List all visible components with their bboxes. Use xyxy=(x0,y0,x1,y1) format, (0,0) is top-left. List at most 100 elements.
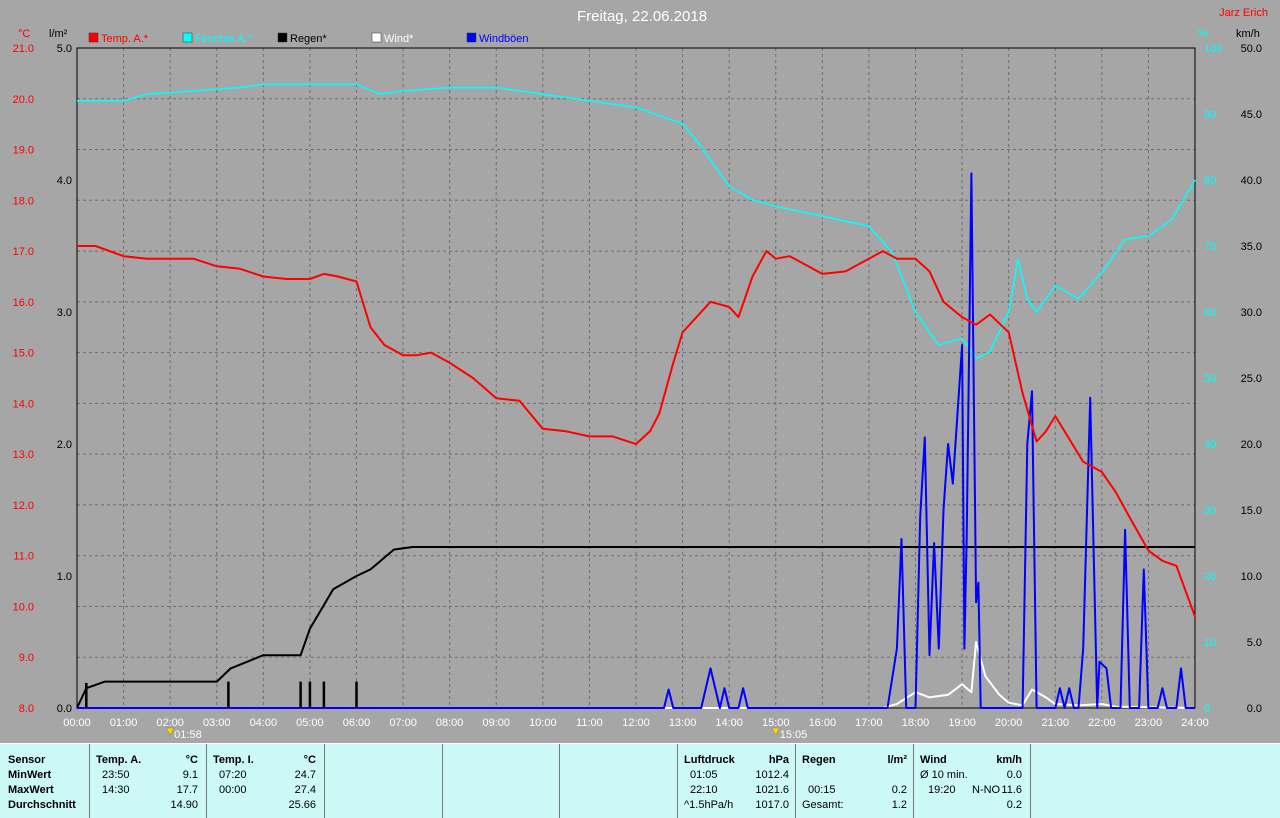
humidity-tick-label: 30 xyxy=(1204,505,1216,517)
wind-tick-label: 40.0 xyxy=(1241,175,1262,187)
weather-chart: 00:00 01:00 02:00 03:00 04:00 05:00 06:00 07:00… xyxy=(13,7,1268,741)
humidity-axis-unit: % xyxy=(1198,28,1208,40)
stats-sensor-col: Sensor MinWert MaxWert Durchschnitt xyxy=(0,744,89,818)
chart-legend: Temp. A.* Feuchte A.* Regen* Wind* Windböen xyxy=(88,32,529,45)
pressure-max: 1021.6 xyxy=(755,784,789,796)
humidity-tick-label: 50 xyxy=(1204,373,1216,385)
x-tick-label: 21:00 xyxy=(1041,717,1069,729)
temp-tick-label: 21.0 xyxy=(13,43,34,55)
wind-max-dir: N-NO xyxy=(972,784,1001,796)
wind-axis-unit: km/h xyxy=(1236,28,1260,40)
x-tick-label: 20:00 xyxy=(995,717,1023,729)
x-tick-label: 07:00 xyxy=(389,717,417,729)
humidity-tick-label: 90 xyxy=(1204,109,1216,121)
marker-label: 15:05 xyxy=(780,729,808,741)
temp-i-min: 24.7 xyxy=(294,769,316,781)
pressure-unit: hPa xyxy=(768,754,789,766)
wind-tick-label: 50.0 xyxy=(1241,43,1262,55)
wind-avg-label: Ø 10 min. xyxy=(920,769,968,781)
rain-total-label: Gesamt: xyxy=(802,799,844,811)
temp-tick-label: 9.0 xyxy=(19,652,34,664)
temp-tick-label: 16.0 xyxy=(13,297,34,309)
pressure-min-time: 01:05 xyxy=(690,769,718,781)
humidity-tick-label: 40 xyxy=(1204,439,1216,451)
x-tick-label: 23:00 xyxy=(1135,717,1163,729)
stats-row-min: MinWert xyxy=(8,769,52,781)
wind-tick-label: 5.0 xyxy=(1247,637,1262,649)
humidity-tick-label: 10 xyxy=(1204,637,1216,649)
rain-unit: l/m² xyxy=(887,754,907,766)
x-tick-label: 06:00 xyxy=(343,717,371,729)
rain-total: 1.2 xyxy=(891,799,907,811)
x-tick-label: 12:00 xyxy=(622,717,650,729)
legend-swatch xyxy=(182,32,193,43)
stats-temp-i-col: Temp. I. °C 07:20 24.7 00:00 27.4 25.66 xyxy=(206,744,324,818)
wind-header: Wind xyxy=(920,754,947,766)
pressure-trend-value: 1017.0 xyxy=(755,799,789,811)
wind-max: 11.6 xyxy=(1001,784,1022,796)
x-tick-label: 14:00 xyxy=(715,717,743,729)
wind-mean: 0.2 xyxy=(1006,799,1022,811)
x-tick-label: 17:00 xyxy=(855,717,883,729)
chart-grid xyxy=(76,47,1196,709)
humidity-tick-label: 0 xyxy=(1204,703,1210,715)
wind-tick-label: 10.0 xyxy=(1241,571,1262,583)
temp-tick-label: 11.0 xyxy=(13,551,34,563)
x-tick-label: 13:00 xyxy=(669,717,697,729)
stats-rain-col: Regen l/m² 00:15 0.2 Gesamt: 1.2 xyxy=(795,744,913,818)
temp-tick-label: 14.0 xyxy=(13,398,34,410)
pressure-min: 1012.4 xyxy=(755,769,789,781)
temp-i-header: Temp. I. xyxy=(213,754,254,766)
legend-label: Feuchte A.* xyxy=(195,33,253,45)
humidity-tick-label: 80 xyxy=(1204,175,1216,187)
x-tick-label: 02:00 xyxy=(156,717,184,729)
legend-swatch xyxy=(371,32,382,43)
temp-axis-unit: °C xyxy=(18,28,30,40)
temp-i-max: 27.4 xyxy=(294,784,316,796)
humidity-tick-label: 20 xyxy=(1204,571,1216,583)
wind-unit: km/h xyxy=(996,754,1022,766)
stats-empty-col-2 xyxy=(442,744,559,818)
stats-wind-col: Wind km/h Ø 10 min. 0.0 19:20 N-NO 11.6 … xyxy=(913,744,1030,818)
temp-tick-label: 20.0 xyxy=(13,94,34,106)
wind-tick-label: 30.0 xyxy=(1241,307,1262,319)
wind-tick-label: 20.0 xyxy=(1241,439,1262,451)
wind-tick-label: 45.0 xyxy=(1241,109,1262,121)
x-tick-label: 04:00 xyxy=(250,717,278,729)
x-tick-label: 18:00 xyxy=(902,717,930,729)
temp-tick-label: 17.0 xyxy=(13,246,34,258)
stats-row-max: MaxWert xyxy=(8,784,54,796)
rain-tick-label: 5.0 xyxy=(57,43,72,55)
temp-i-max-time: 00:00 xyxy=(219,784,247,796)
wind-tick-label: 35.0 xyxy=(1241,241,1262,253)
rain-max-time: 00:15 xyxy=(808,784,836,796)
rain-tick-label: 0.0 xyxy=(57,703,72,715)
stats-empty-col-1 xyxy=(324,744,442,818)
x-tick-label: 03:00 xyxy=(203,717,231,729)
stats-temp-a-col: Temp. A. °C 23:50 9.1 14:30 17.7 14.90 xyxy=(89,744,206,818)
wind-avg: 0.0 xyxy=(1006,769,1022,781)
stats-panel: Sensor MinWert MaxWert Durchschnitt Temp… xyxy=(0,743,1280,818)
temp-a-min-time: 23:50 xyxy=(102,769,130,781)
temp-a-avg: 14.90 xyxy=(170,799,198,811)
wind-tick-label: 15.0 xyxy=(1241,505,1262,517)
chart-title: Freitag, 22.06.2018 xyxy=(577,8,707,25)
x-tick-label: 09:00 xyxy=(482,717,510,729)
temp-a-header: Temp. A. xyxy=(96,754,142,766)
pressure-trend-label: ^1.5hPa/h xyxy=(684,799,734,811)
x-tick-label: 05:00 xyxy=(296,717,324,729)
pressure-max-time: 22:10 xyxy=(690,784,718,796)
rain-tick-label: 3.0 xyxy=(57,307,72,319)
x-tick-label: 08:00 xyxy=(436,717,464,729)
author-label: Jarz Erich xyxy=(1219,7,1268,19)
x-tick-label: 16:00 xyxy=(809,717,837,729)
rain-axis-unit: l/m² xyxy=(49,28,68,40)
humidity-tick-label: 70 xyxy=(1204,241,1216,253)
stats-empty-col-3 xyxy=(559,744,677,818)
x-tick-label: 15:00 xyxy=(762,717,790,729)
rain-header: Regen xyxy=(802,754,836,766)
humidity-tick-label: 100 xyxy=(1204,43,1222,55)
temp-a-max-time: 14:30 xyxy=(102,784,130,796)
x-tick-label: 22:00 xyxy=(1088,717,1116,729)
rain-tick-label: 1.0 xyxy=(57,571,72,583)
